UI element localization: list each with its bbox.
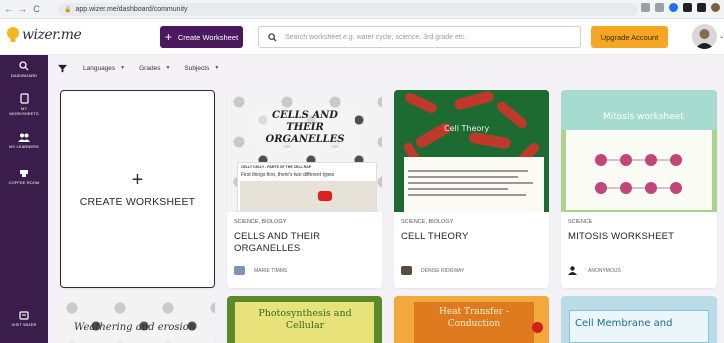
worksheet-thumbnail: Weathering and erosion — [60, 296, 215, 343]
thumbnail-title: Cell Membrane and — [575, 318, 673, 329]
star-icon[interactable] — [655, 3, 664, 12]
sidebar-item-label: My Learners — [9, 144, 39, 149]
visit-icon — [19, 311, 29, 320]
learners-icon — [18, 133, 30, 142]
languages-filter[interactable]: Languages ▼ — [83, 65, 125, 72]
worksheet-card[interactable]: CELLS AND THEIR ORGANELLES CELLY CELLY -… — [227, 90, 382, 288]
logo-text: wizer.me — [22, 27, 82, 43]
create-worksheet-card[interactable]: + CREATE WORKSHEET — [60, 90, 215, 288]
logo[interactable]: wizer.me — [6, 26, 82, 44]
worksheet-thumbnail: Cell Membrane and — [561, 296, 717, 343]
create-worksheet-card-label: CREATE WORKSHEET — [79, 196, 196, 208]
browser-toolbar: ← → C 🔒 app.wizer.me/dashboard/community — [0, 0, 724, 19]
card-author: DENISE RIDGWAY — [401, 266, 464, 275]
worksheet-card[interactable]: Mitosis worksheet SCIENCE MITOSIS WORKSH… — [561, 90, 717, 288]
sidebar-item-coffee-room[interactable]: Coffee Room — [0, 169, 48, 185]
card-category: SCIENCE, BIOLOGY — [234, 219, 287, 225]
extension-icon[interactable] — [669, 3, 678, 12]
sidebar: Dashboard My Worksheets My Learners Coff… — [0, 55, 48, 343]
sidebar-item-my-learners[interactable]: My Learners — [0, 133, 48, 149]
sidebar-item-visit-wizer[interactable]: Visit Wizer — [0, 311, 48, 327]
thumbnail-title: Heat Transfer - Conduction — [439, 307, 509, 329]
coffee-icon — [20, 170, 28, 177]
sidebar-item-label: Coffee Room — [8, 180, 40, 185]
chevron-down-icon: ▼ — [214, 65, 220, 71]
bulb-icon — [7, 27, 19, 42]
chevron-down-icon: ▼ — [120, 65, 126, 71]
worksheet-card[interactable]: Photosynthesis and Cellular — [227, 296, 382, 343]
filter-label: Subjects — [184, 64, 210, 72]
thumbnail-subtitle: CELLY CELLY - PARTS OF THE CELL RAP — [241, 165, 312, 169]
worksheet-card[interactable]: Cell Theory SCIENCE, BIOLOGY CELL THEORY… — [394, 90, 549, 288]
worksheet-thumbnail: CELLS AND THEIR ORGANELLES CELLY CELLY -… — [227, 90, 382, 212]
thumbnail-title: Weathering and erosion — [74, 322, 196, 333]
author-name: MARIE TIMMS — [254, 267, 288, 274]
grades-filter[interactable]: Grades ▼ — [139, 65, 170, 72]
worksheet-icon — [19, 93, 29, 104]
reload-icon[interactable]: C — [31, 4, 42, 14]
avatar-chevron-icon[interactable]: ⌄ — [719, 33, 724, 40]
author-avatar — [234, 266, 245, 275]
thumbnail-title: CELLS AND THEIR ORGANELLES — [255, 110, 355, 146]
author-name: DENISE RIDGWAY — [421, 267, 465, 274]
worksheet-card[interactable]: Weathering and erosion — [60, 296, 215, 343]
search-input[interactable]: Search worksheet e.g. water cycle, scien… — [258, 26, 581, 48]
share-icon[interactable] — [641, 3, 650, 12]
back-icon[interactable]: ← — [3, 4, 14, 14]
address-bar[interactable]: 🔒 app.wizer.me/dashboard/community — [58, 3, 638, 16]
thumbnail-title: Photosynthesis and Cellular — [258, 308, 352, 331]
worksheet-thumbnail: Mitosis worksheet — [561, 90, 717, 212]
card-category: SCIENCE — [568, 219, 593, 225]
app-header: wizer.me + Create Worksheet Search works… — [0, 19, 724, 55]
thumbnail-title: Cell Theory — [444, 124, 490, 133]
create-worksheet-button[interactable]: + Create Worksheet — [160, 26, 243, 48]
sidepanel-icon[interactable] — [697, 3, 706, 12]
extension-icons — [641, 3, 720, 12]
lock-icon: 🔒 — [64, 7, 72, 13]
search-icon — [19, 61, 29, 71]
card-title: MITOSIS WORKSHEET — [568, 231, 675, 242]
sidebar-item-label: My Worksheets — [9, 106, 39, 116]
url-text: app.wizer.me/dashboard/community — [75, 6, 188, 13]
worksheet-thumbnail: Heat Transfer - Conduction — [394, 296, 549, 343]
avatar[interactable] — [692, 24, 717, 49]
forward-icon[interactable]: → — [17, 4, 28, 14]
sidebar-item-dashboard[interactable]: Dashboard — [0, 61, 48, 78]
play-icon[interactable] — [318, 191, 332, 201]
upgrade-account-button[interactable]: Upgrade Account — [591, 26, 668, 48]
card-author: MARIE TIMMS — [234, 266, 287, 275]
plus-icon: + — [131, 169, 144, 191]
card-author: ANONYMOUS — [568, 266, 621, 275]
profile-icon[interactable] — [711, 3, 720, 12]
plus-icon: + — [164, 30, 172, 44]
filter-label: Languages — [83, 64, 116, 72]
sidebar-item-label: Dashboard — [10, 73, 38, 78]
worksheet-thumbnail: Photosynthesis and Cellular — [227, 296, 382, 343]
puzzle-icon[interactable] — [683, 3, 692, 12]
card-category: SCIENCE, BIOLOGY — [401, 219, 454, 225]
worksheet-thumbnail: Cell Theory — [394, 90, 549, 212]
user-icon — [568, 266, 577, 275]
thumbnail-title: Mitosis worksheet — [603, 112, 684, 122]
worksheet-card[interactable]: Cell Membrane and — [561, 296, 717, 343]
search-placeholder: Search worksheet e.g. water cycle, scien… — [285, 33, 467, 41]
card-title: CELL THEORY — [401, 231, 469, 242]
filter-label: Grades — [139, 64, 161, 72]
card-title: CELLS AND THEIR ORGANELLES — [234, 231, 321, 254]
sidebar-item-label: Visit Wizer — [11, 322, 37, 327]
search-icon — [268, 32, 277, 42]
chevron-down-icon: ▼ — [165, 65, 171, 71]
thumbnail-text: First things first, there's two differen… — [241, 172, 335, 178]
worksheet-card[interactable]: Heat Transfer - Conduction — [394, 296, 549, 343]
author-name: ANONYMOUS — [588, 267, 621, 274]
author-avatar — [401, 266, 412, 275]
filter-bar: Languages ▼ Grades ▼ Subjects ▼ — [58, 60, 233, 76]
sidebar-item-my-worksheets[interactable]: My Worksheets — [0, 93, 48, 116]
filter-icon[interactable] — [58, 64, 67, 73]
subjects-filter[interactable]: Subjects ▼ — [184, 65, 219, 72]
create-worksheet-label: Create Worksheet — [177, 32, 239, 42]
